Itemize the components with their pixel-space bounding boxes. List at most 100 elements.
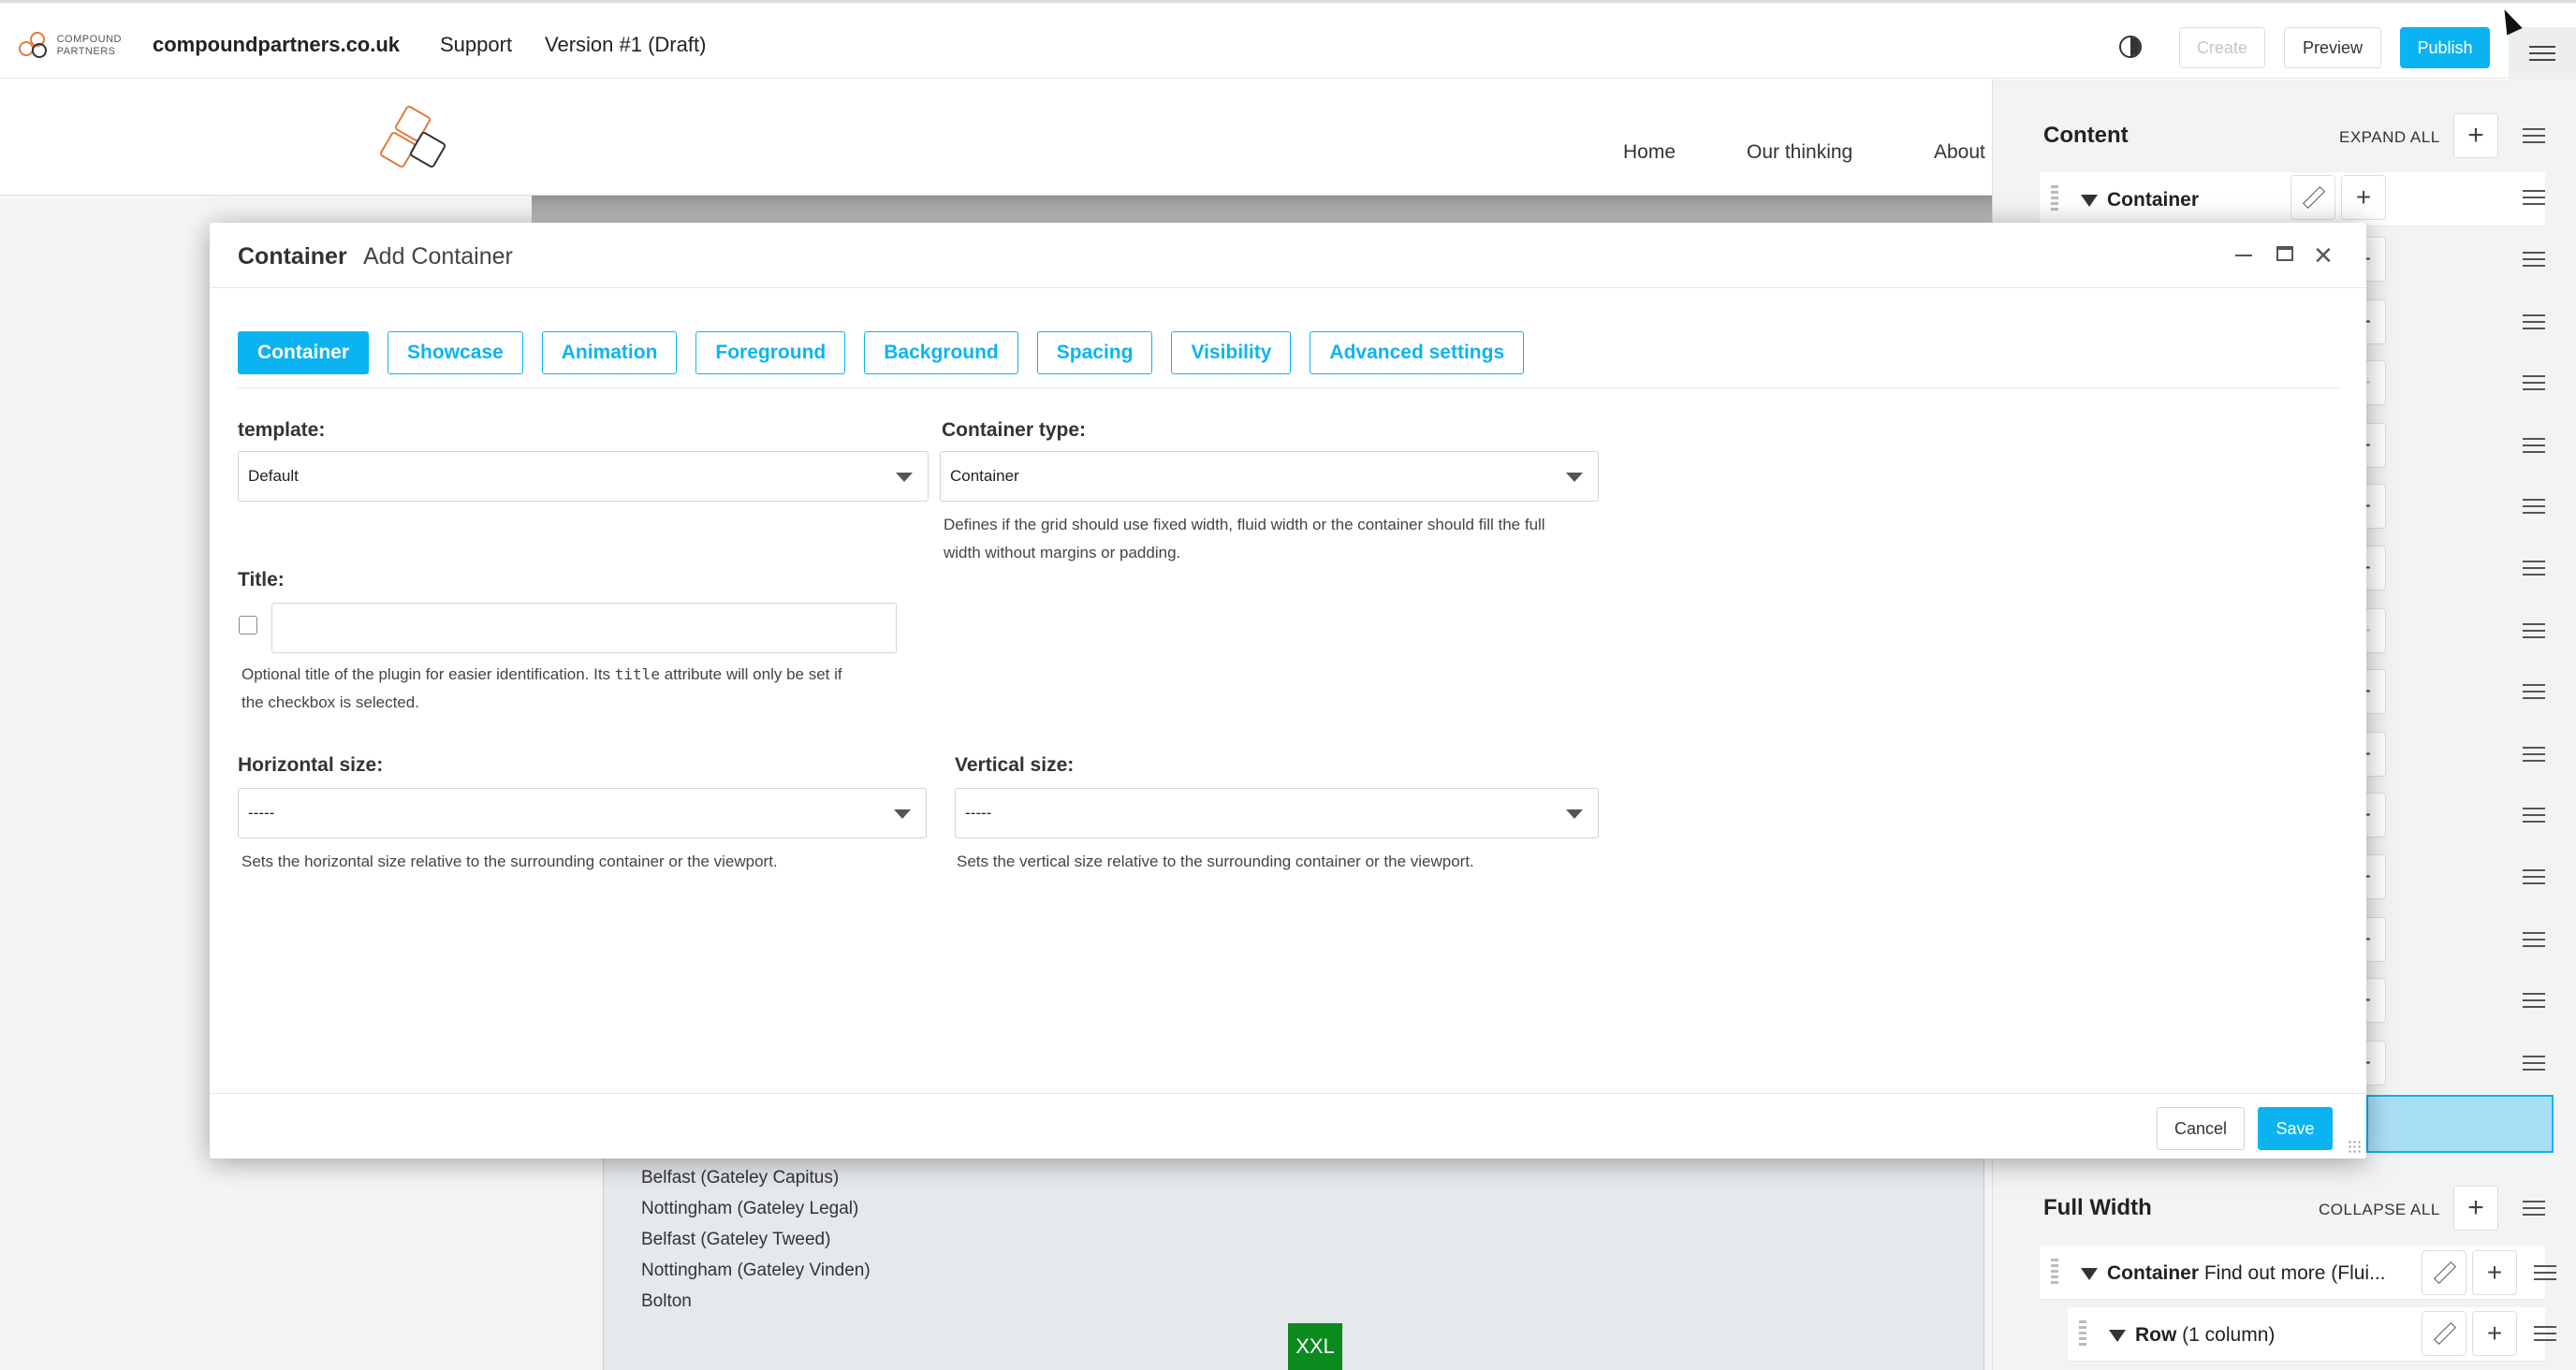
modal-footer: Cancel Save (210, 1093, 2366, 1159)
title-label: Title: (238, 569, 285, 590)
title-checkbox[interactable] (239, 616, 257, 634)
modal-header: Container Add Container × (210, 223, 2366, 288)
version-link[interactable]: Version #1 (Draft) (545, 33, 706, 57)
content-heading: Content (2043, 123, 2129, 148)
maximize-icon[interactable] (2276, 246, 2293, 261)
horizontal-size-label: Horizontal size: (238, 754, 384, 776)
row-menu-icon[interactable] (2523, 1056, 2545, 1071)
horizontal-size-value: ----- (248, 804, 275, 822)
add-child-icon[interactable]: + (2472, 1311, 2517, 1356)
add-child-icon[interactable]: + (2472, 1250, 2517, 1295)
cms-toolbar: COMPOUND PARTNERS compoundpartners.co.uk… (0, 0, 2576, 80)
add-container-modal: Container Add Container × Container Show… (210, 223, 2366, 1159)
container-type-label: Container type: (942, 419, 1087, 441)
row-menu-icon[interactable] (2523, 932, 2545, 947)
row-menu-icon[interactable] (2523, 561, 2545, 576)
add-plugin-icon[interactable]: + (2453, 1186, 2498, 1231)
nav-our-thinking[interactable]: Our thinking (1747, 141, 1852, 164)
tab-background[interactable]: Background (864, 331, 1018, 374)
preview-button[interactable]: Preview (2284, 27, 2381, 68)
selected-tree-item[interactable] (2366, 1095, 2554, 1153)
chevron-down-icon (896, 473, 913, 482)
row-menu-icon[interactable] (2534, 1326, 2556, 1341)
modal-tabs: Container Showcase Animation Foreground … (238, 331, 1543, 374)
contrast-toggle-icon[interactable] (2119, 36, 2142, 58)
row-menu-icon[interactable] (2534, 1265, 2556, 1280)
minimize-icon[interactable] (2235, 255, 2252, 256)
breakpoint-badge: XXL (1288, 1323, 1342, 1370)
expand-all-link[interactable]: EXPAND ALL (2339, 128, 2440, 147)
list-item[interactable]: Belfast (Gateley Tweed) (604, 1224, 1983, 1255)
nav-about[interactable]: About (1934, 141, 1985, 164)
row-menu-icon[interactable] (2523, 499, 2545, 514)
tab-animation[interactable]: Animation (541, 331, 678, 374)
resize-handle-icon[interactable] (2348, 1140, 2361, 1153)
drag-handle-icon[interactable] (2079, 1320, 2086, 1348)
title-input[interactable] (271, 603, 897, 653)
site-header: Home Our thinking About (0, 80, 1992, 196)
tabs-divider (238, 387, 2338, 388)
horizontal-size-select[interactable]: ----- (238, 788, 927, 838)
collapse-triangle-icon[interactable] (2081, 195, 2098, 207)
row-menu-icon[interactable] (2523, 869, 2545, 884)
nav-home[interactable]: Home (1623, 141, 1676, 164)
add-plugin-icon[interactable]: + (2453, 113, 2498, 158)
edit-pencil-icon[interactable] (2291, 175, 2335, 220)
cancel-button[interactable]: Cancel (2157, 1107, 2245, 1150)
list-item[interactable]: Belfast (Gateley Capitus) (604, 1162, 1983, 1193)
logo-text: COMPOUND PARTNERS (56, 34, 122, 57)
tab-showcase[interactable]: Showcase (388, 331, 523, 374)
vertical-size-select[interactable]: ----- (955, 788, 1599, 838)
edit-pencil-icon[interactable] (2422, 1311, 2466, 1356)
support-link[interactable]: Support (440, 33, 512, 57)
close-icon[interactable]: × (2314, 240, 2333, 271)
horizontal-size-help: Sets the horizontal size relative to the… (242, 853, 778, 870)
row-menu-icon[interactable] (2523, 623, 2545, 638)
list-item[interactable]: Bolton (604, 1286, 1983, 1317)
publish-button[interactable]: Publish (2400, 27, 2490, 68)
menu-icon[interactable] (2523, 128, 2545, 143)
tree-item-desc: (1 column) (2182, 1324, 2276, 1346)
collapse-triangle-icon[interactable] (2081, 1268, 2098, 1280)
tree-item-fw-container[interactable]: Container Find out more (Flui... (2040, 1246, 2545, 1300)
tab-spacing[interactable]: Spacing (1036, 331, 1153, 374)
row-menu-icon[interactable] (2523, 684, 2545, 699)
edit-pencil-icon[interactable] (2422, 1250, 2466, 1295)
site-logo-icon[interactable] (376, 104, 447, 169)
row-menu-icon[interactable] (2523, 993, 2545, 1008)
vertical-size-label: Vertical size: (955, 754, 1075, 776)
menu-icon[interactable] (2523, 1201, 2545, 1216)
tab-container[interactable]: Container (238, 331, 370, 374)
drag-handle-icon[interactable] (2051, 185, 2058, 213)
modal-title: Container (238, 243, 347, 270)
tab-foreground[interactable]: Foreground (695, 331, 846, 374)
tab-visibility[interactable]: Visibility (1171, 331, 1292, 374)
row-menu-icon[interactable] (2523, 747, 2545, 762)
row-menu-icon[interactable] (2523, 314, 2545, 329)
add-child-icon[interactable]: + (2341, 175, 2386, 220)
collapse-all-link[interactable]: COLLAPSE ALL (2319, 1201, 2440, 1219)
title-help: Optional title of the plugin for easier … (242, 665, 842, 711)
collapse-triangle-icon[interactable] (2109, 1330, 2126, 1342)
site-link[interactable]: compoundpartners.co.uk (153, 33, 400, 57)
list-item[interactable]: Nottingham (Gateley Vinden) (604, 1255, 1983, 1286)
save-button[interactable]: Save (2258, 1107, 2333, 1150)
row-menu-icon[interactable] (2523, 438, 2545, 453)
container-type-select[interactable]: Container (940, 451, 1599, 502)
tab-advanced-settings[interactable]: Advanced settings (1310, 331, 1525, 374)
row-menu-icon[interactable] (2523, 190, 2545, 205)
create-button[interactable]: Create (2179, 27, 2265, 68)
container-type-value: Container (950, 467, 1019, 485)
row-menu-icon[interactable] (2523, 808, 2545, 823)
structure-menu-icon[interactable] (2509, 27, 2576, 80)
row-menu-icon[interactable] (2523, 375, 2545, 390)
tree-item-desc: Find out more (Flui... (2203, 1262, 2386, 1284)
toolbar-logo[interactable]: COMPOUND PARTNERS (19, 27, 122, 65)
template-label: template: (238, 419, 326, 441)
list-item[interactable]: Nottingham (Gateley Legal) (604, 1193, 1983, 1224)
drag-handle-icon[interactable] (2051, 1259, 2058, 1287)
vertical-size-help: Sets the vertical size relative to the s… (957, 853, 1474, 870)
row-menu-icon[interactable] (2523, 252, 2545, 267)
template-select[interactable]: Default (238, 451, 929, 502)
tree-item-label: Container (2107, 1262, 2200, 1284)
